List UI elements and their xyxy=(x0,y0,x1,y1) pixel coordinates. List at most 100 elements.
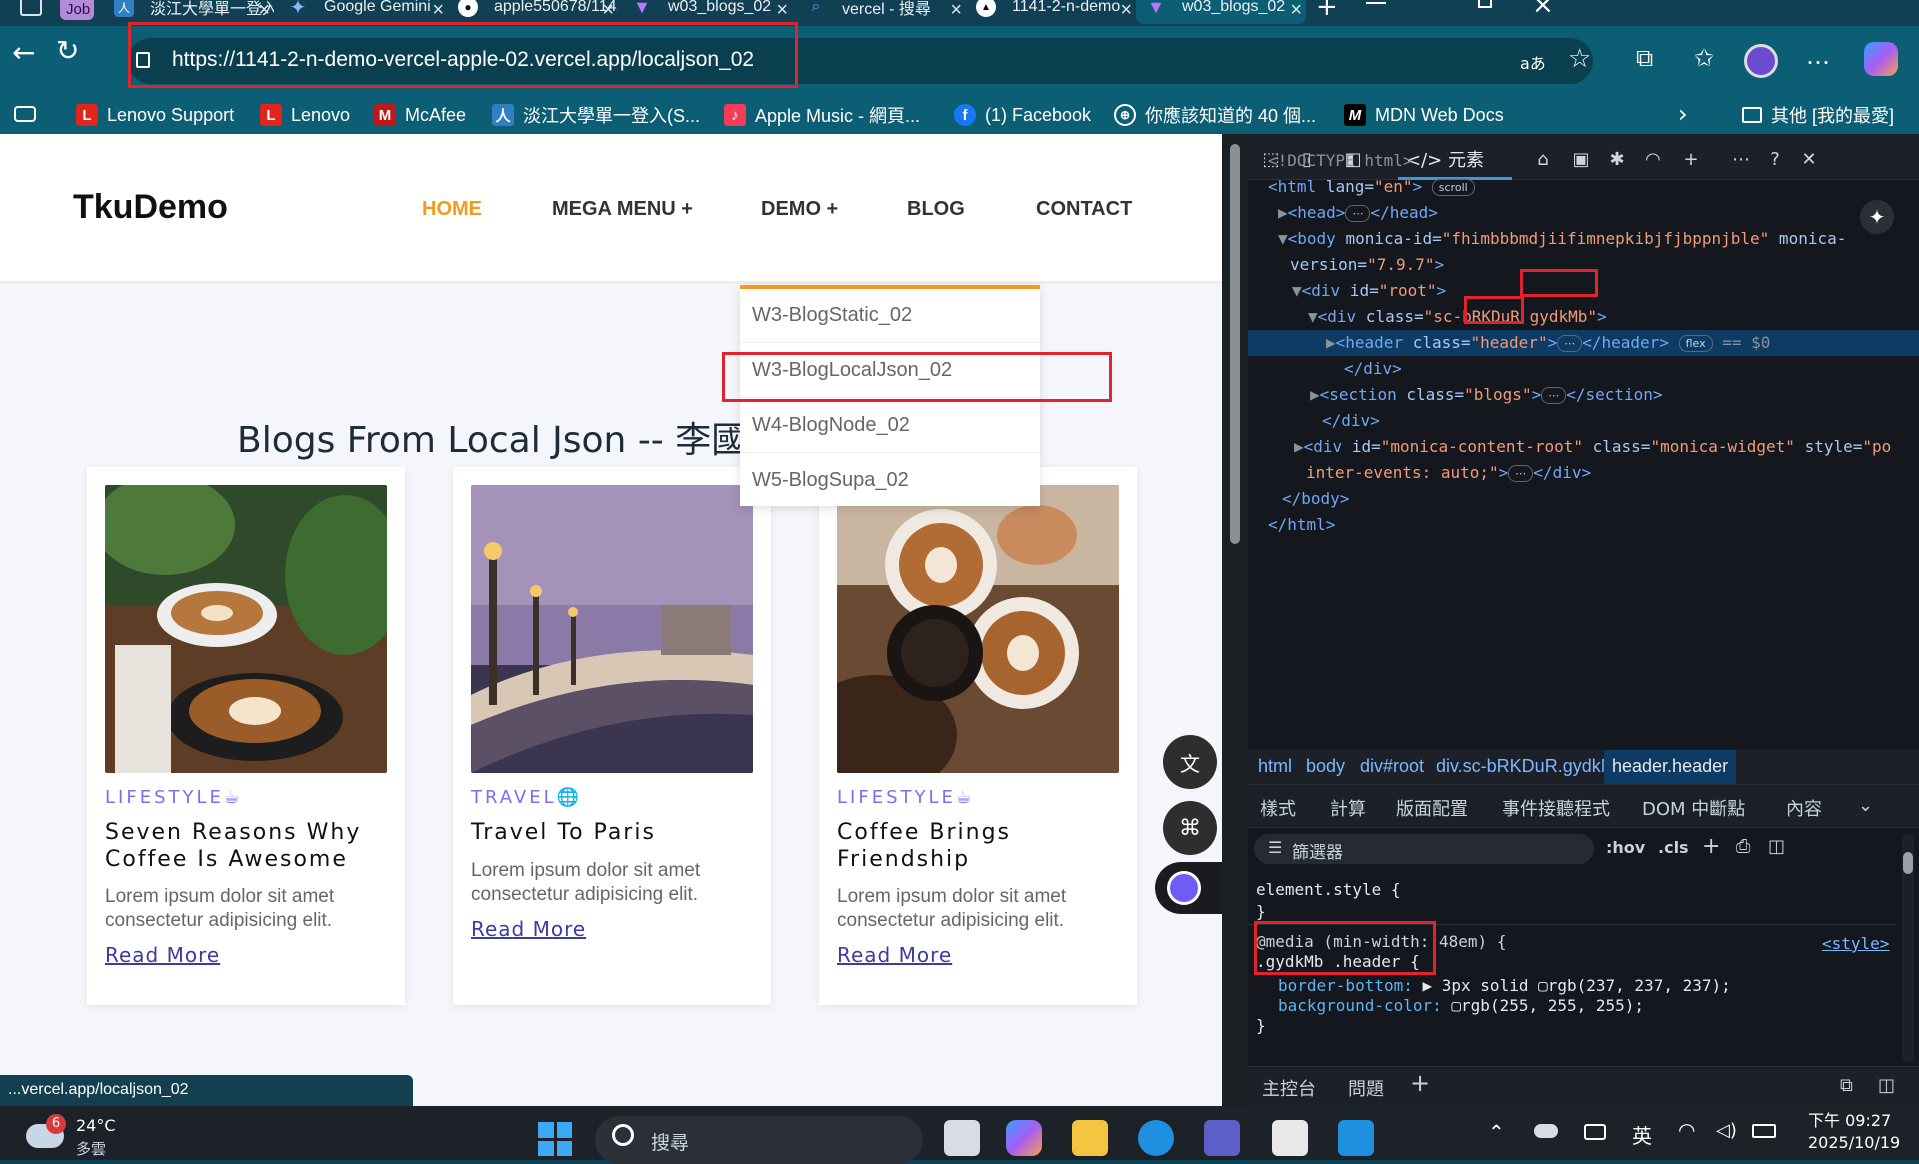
filter-input[interactable]: 篩選器 xyxy=(1254,834,1594,864)
read-more-link[interactable]: Read More xyxy=(105,943,220,967)
tab-github[interactable]: ● apple550678/1141-2-n× xyxy=(448,0,618,24)
close-icon[interactable]: × xyxy=(776,0,788,22)
task-view-icon[interactable] xyxy=(944,1120,980,1156)
expand-arrow-icon[interactable]: ▶ xyxy=(1326,333,1336,352)
ellipsis-icon[interactable]: ⋯ xyxy=(1557,335,1583,352)
expand-arrow-icon[interactable]: ▶ xyxy=(1278,203,1288,222)
read-more-link[interactable]: Read More xyxy=(837,943,952,967)
keyboard-icon[interactable] xyxy=(1584,1124,1606,1140)
bookmark-lenovo-support[interactable]: L Lenovo Support xyxy=(76,96,234,134)
cls-button[interactable]: .cls xyxy=(1658,838,1689,857)
bookmark-lenovo[interactable]: L Lenovo xyxy=(260,96,350,134)
css-value[interactable]: ▶ 3px solid ▢rgb(237, 237, 237); xyxy=(1423,976,1731,995)
close-icon[interactable]: × xyxy=(1120,0,1132,22)
read-more-link[interactable]: Read More xyxy=(471,917,586,941)
bookmark-40-things[interactable]: ⊕ 你應該知道的 40 個... xyxy=(1114,96,1316,134)
chevron-right-icon[interactable]: › xyxy=(1678,100,1688,128)
dom-div-root[interactable]: ▼<div id="root"> xyxy=(1248,278,1919,304)
dom-monica-root[interactable]: ▶<div id="monica-content-root" class="mo… xyxy=(1248,434,1919,460)
tab-console[interactable]: 主控台 xyxy=(1262,1075,1316,1101)
hov-button[interactable]: :hov xyxy=(1606,838,1645,857)
breadcrumb-html[interactable]: html xyxy=(1250,750,1300,784)
monica-float-button[interactable] xyxy=(1155,862,1222,914)
css-prop-background[interactable]: background-color: ▢rgb(255, 255, 255); xyxy=(1278,996,1644,1015)
dom-html-close[interactable]: </html> xyxy=(1248,512,1919,538)
dom-html[interactable]: <html lang="en"> scroll xyxy=(1248,174,1919,200)
refresh-icon[interactable]: ↻ xyxy=(56,34,79,67)
file-explorer-icon[interactable] xyxy=(1072,1120,1108,1156)
bookmark-mcafee[interactable]: M McAfee xyxy=(374,96,466,134)
ellipsis-icon[interactable]: ⋯ xyxy=(1345,205,1371,222)
chevron-down-icon[interactable]: ⌄ xyxy=(1858,795,1873,816)
styles-scrollbar[interactable] xyxy=(1902,834,1914,1062)
paint-icon[interactable]: ⎙ xyxy=(1736,836,1750,857)
bookmark-apple-music[interactable]: ♪ Apple Music - 網頁... xyxy=(724,96,920,134)
profile-avatar[interactable] xyxy=(1744,44,1778,78)
expand-arrow-icon[interactable]: ▶ xyxy=(1310,385,1320,404)
back-icon[interactable]: ← xyxy=(12,36,35,69)
dom-section[interactable]: ▶<section class="blogs"> ⋯ </section> xyxy=(1248,382,1919,408)
bookmark-mdn[interactable]: M MDN Web Docs xyxy=(1344,96,1504,134)
flex-badge[interactable]: flex xyxy=(1678,335,1713,352)
dock-bottom-icon[interactable]: ◫ xyxy=(1878,1075,1895,1096)
dom-div-close[interactable]: </div> xyxy=(1248,356,1919,382)
wifi-icon[interactable]: ◠ xyxy=(1678,1118,1695,1142)
tab-dom-breakpoints[interactable]: DOM 中斷點 xyxy=(1642,795,1745,821)
close-window-icon[interactable]: × xyxy=(1532,0,1554,20)
dropdown-item-bloglocaljson[interactable]: W3-BlogLocalJson_02 xyxy=(740,344,1040,398)
teams-icon[interactable] xyxy=(1204,1120,1240,1156)
dropdown-item-blognode[interactable]: W4-BlogNode_02 xyxy=(740,399,1040,453)
scroll-badge[interactable]: scroll xyxy=(1431,179,1475,196)
sidebar-toggle-icon[interactable] xyxy=(20,0,42,16)
close-icon[interactable]: × xyxy=(602,0,614,22)
system-clock[interactable]: 下午 09:27 2025/10/19 xyxy=(1808,1110,1900,1154)
tab-computed[interactable]: 計算 xyxy=(1330,795,1366,821)
restore-icon[interactable] xyxy=(1478,0,1492,8)
sidebar-icon[interactable]: ◫ xyxy=(1768,836,1785,857)
collapse-arrow-icon[interactable]: ▼ xyxy=(1292,281,1302,300)
undock-icon[interactable]: ⧉ xyxy=(1840,1075,1853,1096)
other-favorites[interactable]: 其他 [我的最愛] xyxy=(1742,96,1894,134)
dom-doctype[interactable]: <!DOCTYPE html> xyxy=(1248,148,1919,174)
dom-head[interactable]: ▶<head> ⋯ </head> xyxy=(1248,200,1919,226)
apps-float-button[interactable]: ⌘ xyxy=(1163,801,1217,855)
onedrive-icon[interactable] xyxy=(1534,1124,1558,1138)
translate-float-button[interactable]: 文 xyxy=(1163,735,1217,789)
new-rule-icon[interactable]: + xyxy=(1702,834,1720,859)
close-icon[interactable]: × xyxy=(258,0,270,22)
copilot-taskbar-icon[interactable] xyxy=(1006,1120,1042,1156)
expand-arrow-icon[interactable]: ▶ xyxy=(1294,437,1304,456)
chevron-up-icon[interactable]: ⌃ xyxy=(1488,1120,1505,1144)
breadcrumb-body[interactable]: body xyxy=(1298,750,1353,784)
translate-icon[interactable]: aあ xyxy=(1520,50,1546,74)
copilot-icon[interactable] xyxy=(1864,42,1898,76)
page-scrollbar[interactable] xyxy=(1222,134,1248,1106)
ellipsis-icon[interactable]: ⋯ xyxy=(1541,387,1567,404)
tab-event-listeners[interactable]: 事件接聽程式 xyxy=(1502,795,1610,821)
close-icon[interactable]: × xyxy=(1290,0,1302,22)
tab-group-job[interactable]: Job xyxy=(60,0,94,20)
tab-w03-blogs[interactable]: ▼ w03_blogs_02 × xyxy=(622,0,792,24)
add-drawer-tab-icon[interactable]: + xyxy=(1410,1069,1430,1097)
bookmark-facebook[interactable]: f (1) Facebook xyxy=(954,96,1091,134)
breadcrumb-header[interactable]: header.header xyxy=(1604,750,1737,784)
dom-header-selected[interactable]: ▶<header class="header"> ⋯ </header> flex … xyxy=(1248,330,1919,356)
reading-list-icon[interactable] xyxy=(14,106,36,122)
breadcrumb-div-sc[interactable]: div.sc-bRKDuR.gydkMb xyxy=(1428,750,1634,784)
dropdown-item-blogstatic[interactable]: W3-BlogStatic_02 xyxy=(740,289,1040,343)
scrollbar-thumb[interactable] xyxy=(1230,144,1240,544)
dropdown-item-blogsupa[interactable]: W5-BlogSupa_02 xyxy=(740,454,1040,508)
favorite-star-icon[interactable]: ☆ xyxy=(1568,44,1591,74)
site-logo[interactable]: TkuDemo xyxy=(73,188,228,227)
tab-tku-sso[interactable]: 人淡江大學單一登入(SSO)× xyxy=(104,0,274,24)
new-tab-icon[interactable]: + xyxy=(1316,0,1338,22)
minimize-icon[interactable] xyxy=(1366,2,1386,4)
css-prop-border-bottom[interactable]: border-bottom: ▶ 3px solid ▢rgb(237, 237… xyxy=(1278,976,1731,995)
tab-gemini[interactable]: ✦ Google Gemini × xyxy=(278,0,448,24)
edge-icon[interactable] xyxy=(1138,1120,1174,1156)
tab-issues[interactable]: 問題 xyxy=(1348,1075,1384,1101)
collapse-arrow-icon[interactable]: ▼ xyxy=(1278,229,1288,248)
dom-body[interactable]: ▼<body monica-id="fhimbbbmdjiifimnepkibj… xyxy=(1248,226,1919,252)
vscode-icon[interactable] xyxy=(1338,1120,1374,1156)
more-menu-icon[interactable]: … xyxy=(1806,42,1830,70)
